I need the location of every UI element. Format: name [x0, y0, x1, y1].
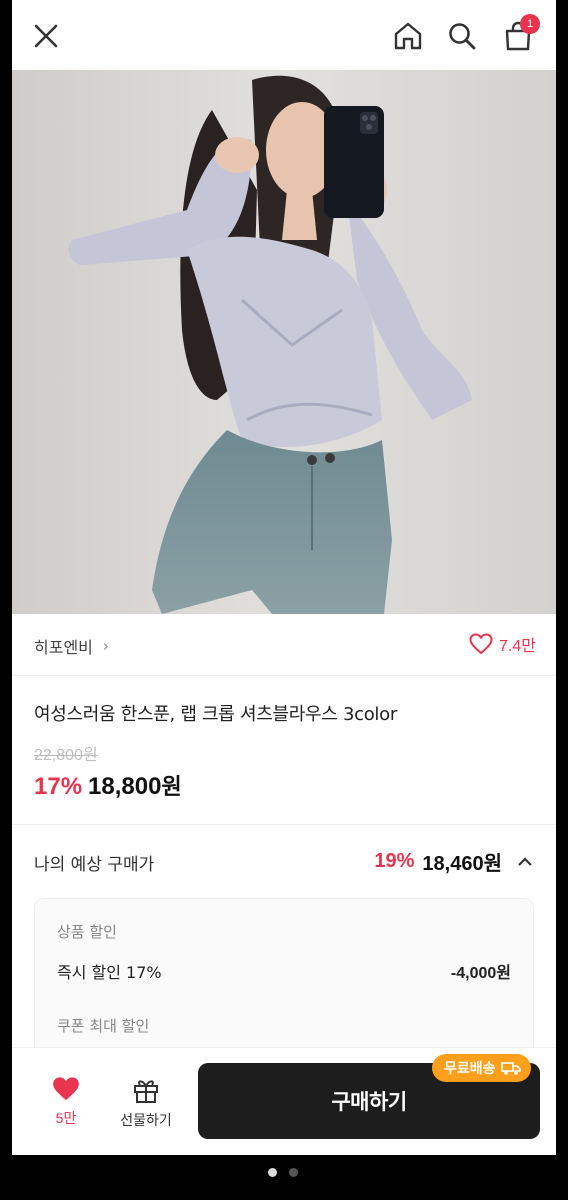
product-discount-label: 상품 할인 [57, 923, 117, 941]
currency-unit: 원 [161, 775, 182, 800]
home-button[interactable] [388, 16, 428, 56]
system-page-dot [289, 1168, 298, 1177]
free-shipping-badge: 무료배송 [432, 1054, 531, 1082]
gift-icon [134, 1080, 158, 1103]
heart-filled-icon [53, 1077, 79, 1101]
instant-discount-label: 즉시 할인 17% [57, 963, 162, 982]
expected-price-label: 나의 예상 구매가 [34, 855, 155, 875]
wishlist-button[interactable]: 5만 [36, 1076, 96, 1128]
coupon-discount-label: 쿠폰 최대 할인 [57, 1017, 150, 1035]
product-photo [12, 70, 556, 614]
search-icon [449, 23, 476, 50]
sale-price: 18,800 [88, 773, 162, 800]
truck-icon [500, 1062, 521, 1075]
discount-percent: 17% [34, 773, 83, 800]
close-button[interactable] [26, 16, 66, 56]
gift-label: 선물하기 [120, 1113, 172, 1129]
system-page-indicator [268, 1168, 298, 1177]
instant-discount-amount: -4,000원 [450, 965, 511, 982]
chevron-right-icon: › [102, 637, 109, 655]
close-icon [34, 24, 58, 48]
cart-badge: 1 [520, 14, 540, 34]
gift-button[interactable]: 선물하기 [116, 1076, 176, 1130]
search-button[interactable] [442, 16, 482, 56]
expected-price: 18,460원 [422, 853, 502, 875]
price-row: 17% 18,800 원 [34, 769, 182, 801]
brand-name: 히포엔비 [34, 638, 93, 657]
home-icon [394, 22, 422, 50]
brand-row: 히포엔비 › 7.4만 [12, 614, 556, 676]
product-title: 여성스러움 한스푼, 랩 크롭 셔츠블라우스 3color [34, 704, 397, 725]
expected-price-toggle[interactable]: 나의 예상 구매가 19% 18,460원 [12, 838, 556, 886]
divider [12, 824, 556, 825]
top-header: 1 [12, 0, 556, 70]
bottom-action-bar: 5만 선물하기 구매하기 무료배송 [12, 1047, 556, 1155]
app-screen: 1 히포엔비 › 7.4만 여성스러움 한스푼, 랩 크롭 셔츠블라우스 3co… [12, 0, 556, 1155]
like-button[interactable]: 7.4만 [469, 632, 536, 656]
chevron-up-icon [518, 856, 532, 866]
product-image-gallery[interactable] [12, 70, 556, 614]
expected-price-values: 19% 18,460원 [374, 847, 534, 876]
heart-outline-icon [469, 633, 493, 655]
cart-button[interactable]: 1 [498, 14, 540, 56]
brand-link[interactable]: 히포엔비 › [34, 634, 109, 658]
original-price: 22,800원 [34, 747, 98, 764]
expected-discount-percent: 19% [374, 850, 415, 872]
free-shipping-label: 무료배송 [444, 1061, 496, 1077]
system-page-dot [268, 1168, 277, 1177]
instant-discount-row: 즉시 할인 17% -4,000원 [57, 959, 511, 983]
wishlist-count: 5만 [55, 1110, 77, 1126]
like-count: 7.4만 [499, 638, 536, 655]
